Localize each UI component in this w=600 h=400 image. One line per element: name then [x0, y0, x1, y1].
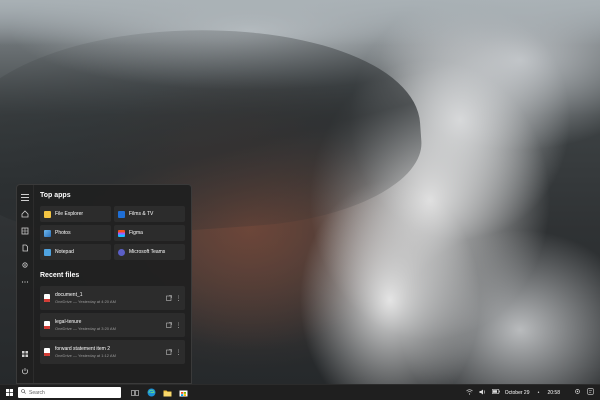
search-icon — [21, 389, 26, 396]
volume-icon[interactable] — [479, 389, 487, 397]
task-view-icon[interactable] — [130, 388, 140, 398]
open-external-icon[interactable] — [165, 294, 173, 302]
hamburger-menu-icon[interactable] — [19, 191, 31, 203]
open-external-icon[interactable] — [165, 321, 173, 329]
file-meta: OneDrive — Yesterday at 1:12 AM — [55, 353, 116, 358]
search-input[interactable] — [29, 389, 109, 396]
start-menu-rail — [17, 185, 34, 383]
start-menu-body: Top apps File Explorer Films & TV Photos… — [34, 185, 191, 383]
app-tile-file-explorer[interactable]: File Explorer — [40, 206, 111, 222]
documents-icon[interactable] — [19, 242, 31, 254]
films-tv-icon — [118, 210, 125, 218]
power-icon[interactable] — [19, 365, 31, 377]
start-button[interactable] — [3, 387, 15, 399]
battery-icon[interactable] — [491, 389, 500, 396]
file-name: legal-tenure — [55, 319, 82, 325]
settings-icon[interactable] — [19, 259, 31, 271]
settings-icon[interactable] — [573, 388, 581, 397]
edge-icon[interactable] — [146, 388, 156, 398]
notification-icon[interactable] — [586, 388, 594, 397]
list-item[interactable]: legal-tenure OneDrive — Yesterday at 3:2… — [40, 313, 185, 337]
recent-files-heading: Recent files — [40, 272, 80, 279]
app-tile-microsoft-teams[interactable]: Microsoft Teams — [114, 244, 185, 260]
microsoft-store-icon[interactable] — [178, 388, 188, 398]
more-options-icon[interactable]: ⋮ — [176, 294, 182, 302]
apps-icon[interactable] — [19, 225, 31, 237]
teams-icon — [118, 248, 125, 256]
notepad-icon — [44, 248, 51, 256]
taskbar: October 29 • 20:58 — [0, 384, 600, 400]
file-name: forward statement item 2 — [55, 346, 111, 352]
top-apps-heading: Top apps — [40, 192, 71, 199]
pdf-file-icon — [44, 348, 50, 356]
more-options-icon[interactable]: ⋮ — [176, 321, 182, 329]
taskbar-apps — [130, 388, 188, 398]
more-options-icon[interactable]: ⋮ — [176, 348, 182, 356]
file-meta: OneDrive — Yesterday at 3:20 AM — [55, 326, 116, 331]
folder-icon — [44, 210, 51, 218]
open-external-icon[interactable] — [165, 348, 173, 356]
taskbar-search[interactable] — [18, 387, 121, 398]
file-explorer-icon[interactable] — [162, 388, 172, 398]
more-icon[interactable] — [19, 276, 31, 288]
pdf-file-icon — [44, 294, 50, 302]
app-tile-notepad[interactable]: Notepad — [40, 244, 111, 260]
taskbar-date[interactable]: October 29 — [505, 390, 530, 396]
file-name: document_1 — [55, 292, 83, 298]
app-tile-films-tv[interactable]: Films & TV — [114, 206, 185, 222]
list-item[interactable]: forward statement item 2 OneDrive — Yest… — [40, 340, 185, 364]
app-tile-photos[interactable]: Photos — [40, 225, 111, 241]
all-apps-icon[interactable] — [19, 348, 31, 360]
wifi-icon[interactable] — [466, 388, 474, 397]
pdf-file-icon — [44, 321, 50, 329]
system-tray: October 29 • 20:58 — [466, 388, 594, 397]
top-apps-grid: File Explorer Films & TV Photos Figma No… — [40, 206, 185, 260]
taskbar-time[interactable]: 20:58 — [547, 390, 560, 396]
file-meta: OneDrive — Yesterday at 4:20 AM — [55, 299, 116, 304]
figma-icon — [118, 229, 125, 237]
photos-icon — [44, 229, 51, 237]
bullet-separator-icon: • — [537, 389, 540, 396]
list-item[interactable]: document_1 OneDrive — Yesterday at 4:20 … — [40, 286, 185, 310]
windows-logo-icon — [5, 389, 13, 396]
app-tile-figma[interactable]: Figma — [114, 225, 185, 241]
recent-files-list: document_1 OneDrive — Yesterday at 4:20 … — [40, 286, 185, 364]
home-icon[interactable] — [19, 208, 31, 220]
start-menu: Top apps File Explorer Films & TV Photos… — [16, 184, 192, 384]
